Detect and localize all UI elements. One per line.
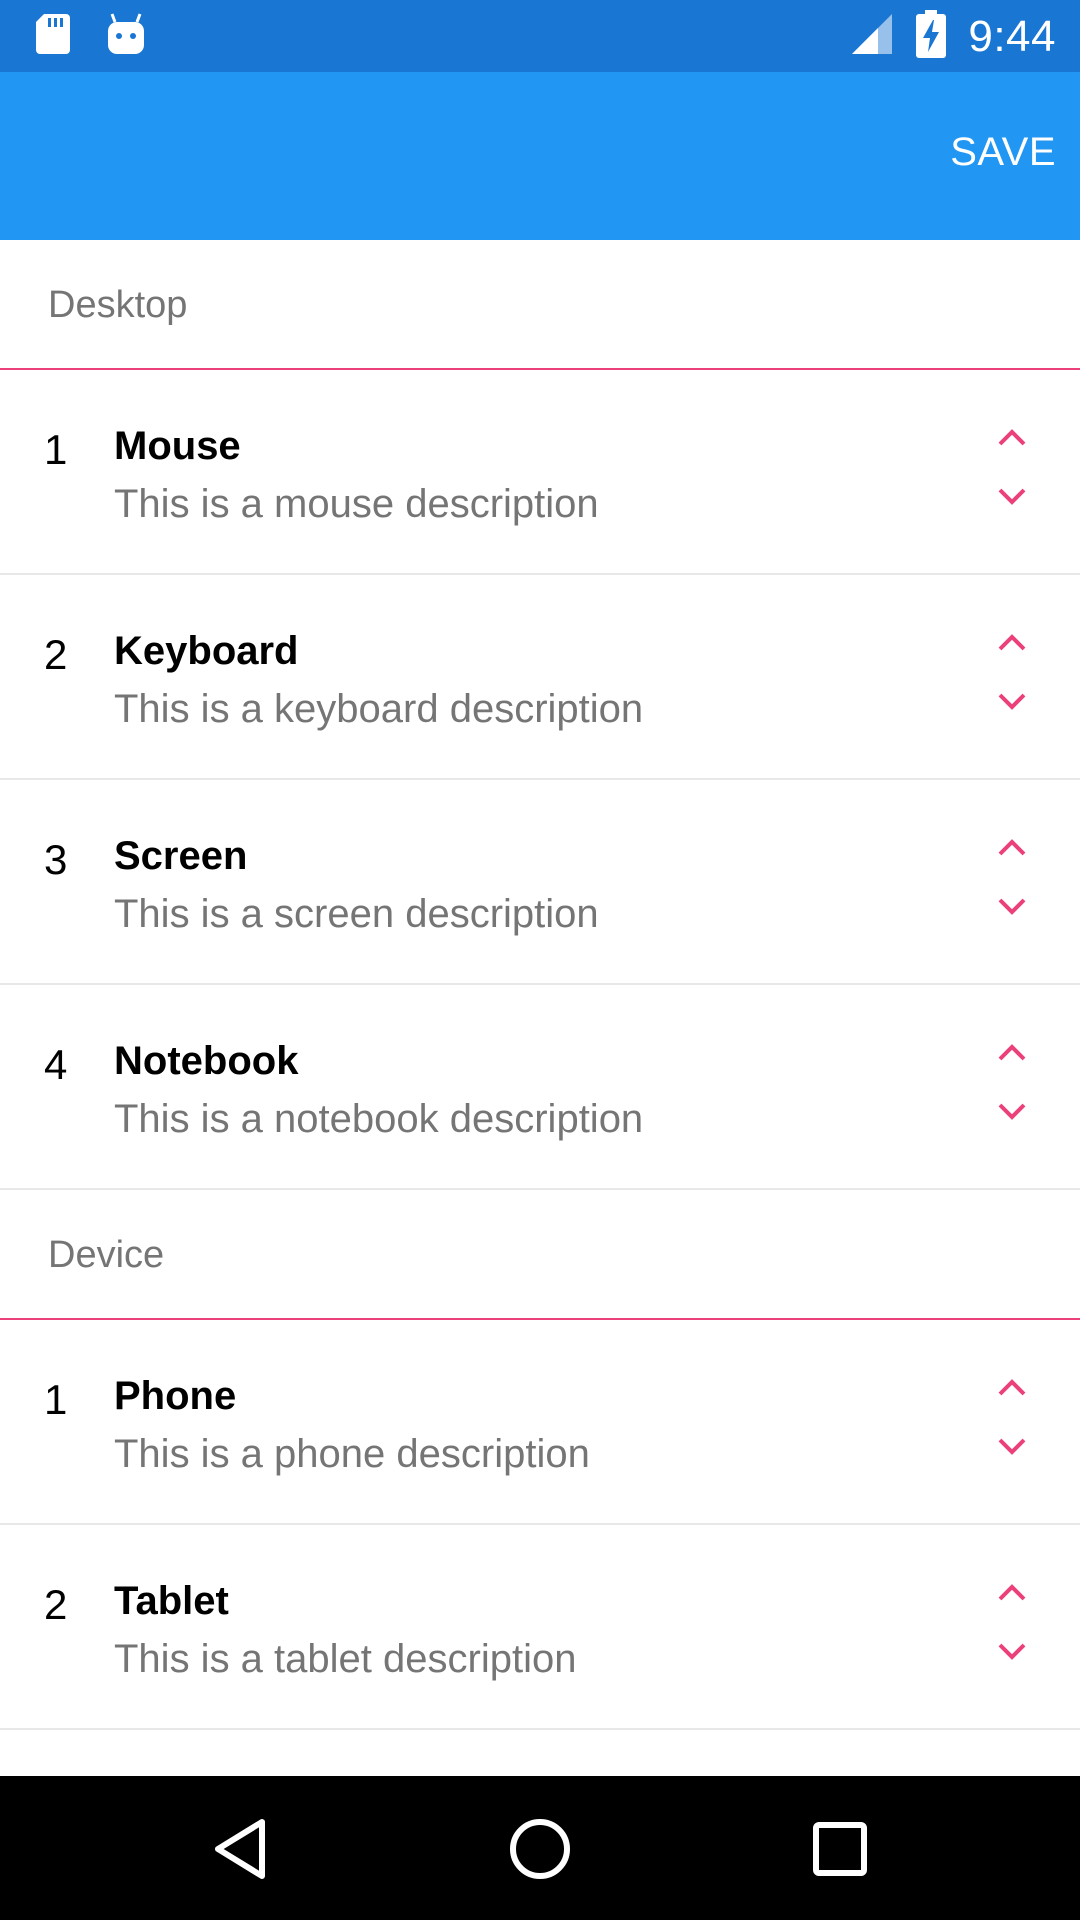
- section-header-device: Device: [0, 1190, 1080, 1320]
- item-list: Desktop 1 Mouse This is a mouse descript…: [0, 240, 1080, 1730]
- list-item[interactable]: 2 Tablet This is a tablet description: [0, 1525, 1080, 1730]
- chevron-down-icon: [998, 1103, 1026, 1120]
- item-number: 2: [44, 1581, 68, 1628]
- move-down-button[interactable]: [984, 679, 1040, 723]
- item-description: This is a keyboard description: [114, 687, 644, 731]
- list-item[interactable]: 1 Phone This is a phone description: [0, 1320, 1080, 1525]
- move-down-button[interactable]: [984, 1089, 1040, 1133]
- item-title: Keyboard: [114, 629, 299, 673]
- item-description: This is a notebook description: [114, 1097, 644, 1141]
- move-up-button[interactable]: [984, 1366, 1040, 1410]
- item-number: 4: [44, 1041, 68, 1088]
- app-bar: SAVE: [0, 72, 1080, 240]
- home-button[interactable]: [505, 1814, 575, 1884]
- chevron-up-icon: [998, 429, 1026, 446]
- save-button[interactable]: SAVE: [950, 130, 1056, 175]
- move-up-button[interactable]: [984, 1571, 1040, 1615]
- list-item[interactable]: 2 Keyboard This is a keyboard descriptio…: [0, 575, 1080, 780]
- item-description: This is a tablet description: [114, 1637, 577, 1681]
- move-down-button[interactable]: [984, 1424, 1040, 1468]
- home-icon: [510, 1819, 570, 1879]
- list-item[interactable]: 4 Notebook This is a notebook descriptio…: [0, 985, 1080, 1190]
- section-title: Desktop: [48, 284, 188, 326]
- move-up-button[interactable]: [984, 1031, 1040, 1075]
- battery-charging-icon: [916, 10, 947, 63]
- chevron-down-icon: [998, 488, 1026, 505]
- item-description: This is a phone description: [114, 1432, 590, 1476]
- back-icon: [215, 1819, 265, 1879]
- recents-icon: [813, 1822, 867, 1876]
- chevron-down-icon: [998, 693, 1026, 710]
- item-number: 1: [44, 1376, 68, 1423]
- chevron-up-icon: [998, 839, 1026, 856]
- item-number: 3: [44, 836, 68, 883]
- chevron-down-icon: [998, 898, 1026, 915]
- item-number: 2: [44, 631, 68, 678]
- chevron-down-icon: [998, 1438, 1026, 1455]
- chevron-up-icon: [998, 1379, 1026, 1396]
- section-header-desktop: Desktop: [0, 240, 1080, 370]
- item-description: This is a screen description: [114, 892, 599, 936]
- chevron-up-icon: [998, 1044, 1026, 1061]
- list-item[interactable]: 3 Screen This is a screen description: [0, 780, 1080, 985]
- status-time: 9:44: [968, 11, 1056, 61]
- item-title: Mouse: [114, 424, 241, 468]
- item-title: Screen: [114, 834, 248, 878]
- chevron-down-icon: [998, 1643, 1026, 1660]
- item-title: Phone: [114, 1374, 237, 1418]
- chevron-up-icon: [998, 1584, 1026, 1601]
- sd-card-icon: [34, 12, 72, 61]
- signal-icon: [850, 12, 894, 61]
- chevron-up-icon: [998, 634, 1026, 651]
- navigation-bar: [0, 1776, 1080, 1920]
- move-up-button[interactable]: [984, 826, 1040, 870]
- item-title: Tablet: [114, 1579, 229, 1623]
- section-title: Device: [48, 1234, 165, 1276]
- move-up-button[interactable]: [984, 416, 1040, 460]
- list-item[interactable]: 1 Mouse This is a mouse description: [0, 370, 1080, 575]
- move-up-button[interactable]: [984, 621, 1040, 665]
- item-number: 1: [44, 426, 68, 473]
- status-bar: 9:44: [0, 0, 1080, 72]
- move-down-button[interactable]: [984, 884, 1040, 928]
- item-title: Notebook: [114, 1039, 299, 1083]
- recents-button[interactable]: [805, 1814, 875, 1884]
- back-button[interactable]: [206, 1814, 276, 1884]
- move-down-button[interactable]: [984, 474, 1040, 518]
- item-description: This is a mouse description: [114, 482, 599, 526]
- android-icon: [106, 12, 146, 61]
- move-down-button[interactable]: [984, 1629, 1040, 1673]
